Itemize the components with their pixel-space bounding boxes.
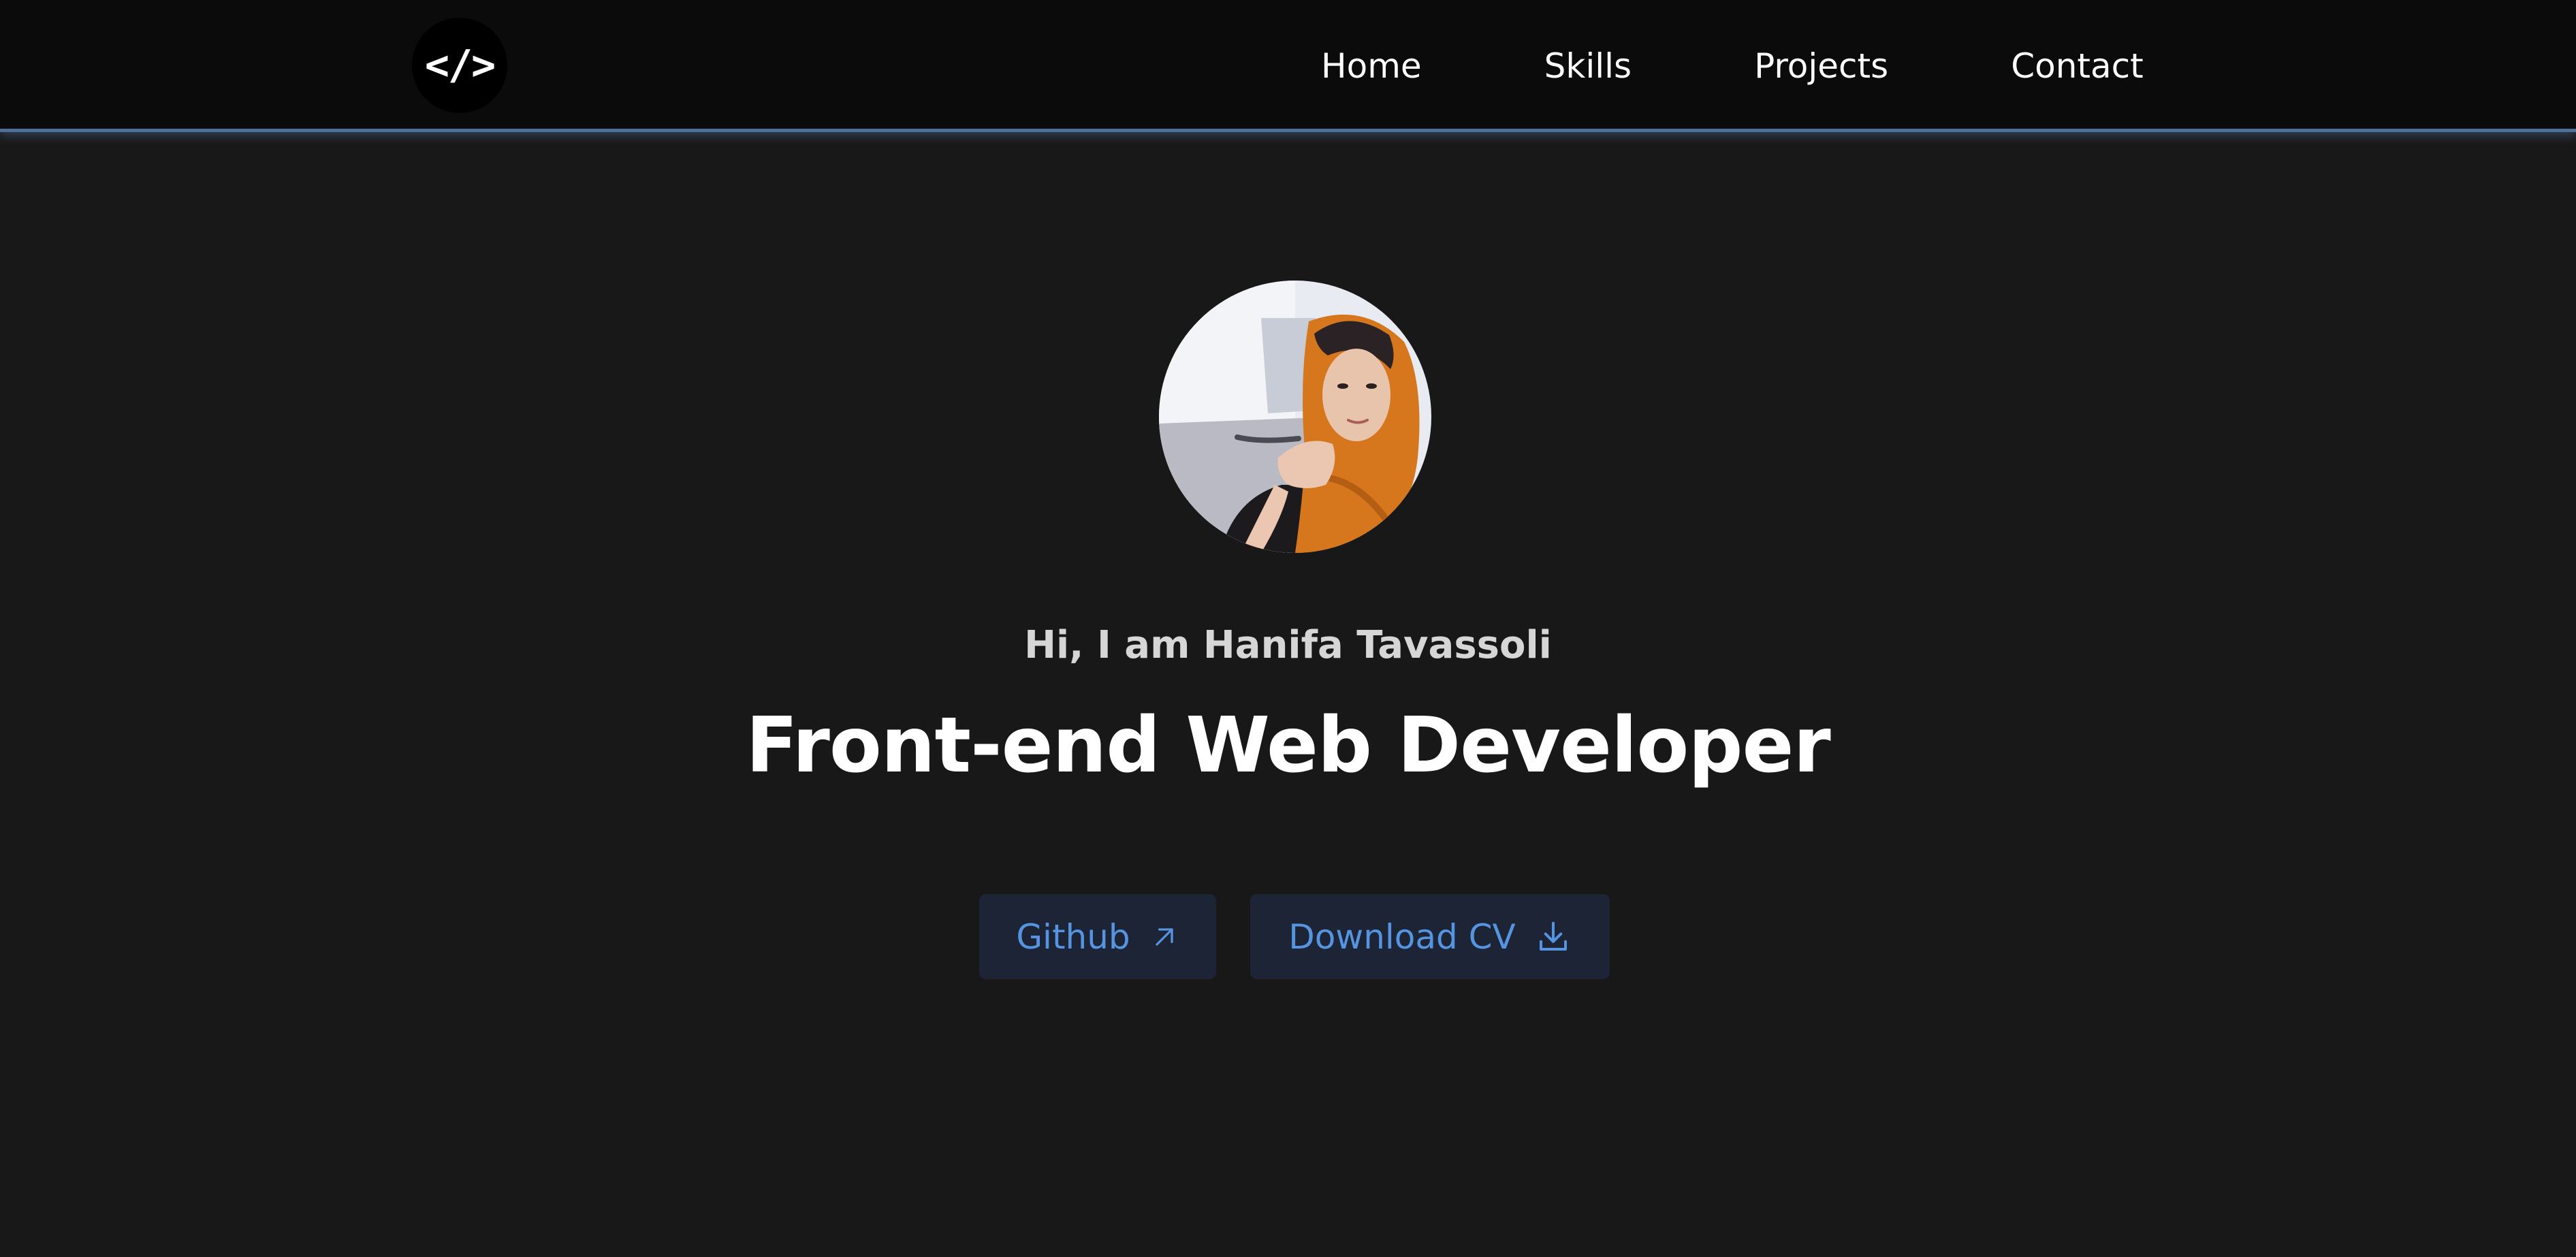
github-button-label: Github [1016,917,1130,957]
logo-text: </> [424,42,496,89]
greeting: Hi, I am Hanifa Tavassoli [1024,623,1552,667]
arrow-up-right-icon [1149,922,1179,952]
github-button[interactable]: Github [979,894,1216,979]
download-icon [1535,919,1572,955]
nav-link-skills[interactable]: Skills [1544,46,1632,86]
download-cv-button[interactable]: Download CV [1250,894,1610,979]
profile-photo [1159,281,1431,553]
nav-link-home[interactable]: Home [1321,46,1422,86]
logo[interactable]: </> [412,18,507,113]
nav-link-contact[interactable]: Contact [2011,46,2144,86]
download-cv-button-label: Download CV [1288,917,1516,957]
nav-links: Home Skills Projects Contact [1321,0,2144,132]
nav-link-projects[interactable]: Projects [1754,46,1888,86]
avatar [1159,281,1431,553]
headline: Front-end Web Developer [746,701,1830,790]
navbar: </> Home Skills Projects Contact [0,0,2576,132]
